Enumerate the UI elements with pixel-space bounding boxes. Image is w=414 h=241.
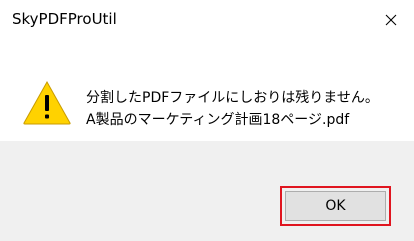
message-area: 分割したPDFファイルにしおりは残りません。 A製品のマーケティング計画18ペー… bbox=[0, 40, 414, 141]
button-bar: OK bbox=[0, 141, 414, 241]
message-text: 分割したPDFファイルにしおりは残りません。 A製品のマーケティング計画18ペー… bbox=[86, 87, 379, 131]
window-title: SkyPDFProUtil bbox=[12, 10, 117, 28]
message-dialog: SkyPDFProUtil 分割したPDFファイルにしおりは残りません。 A製品… bbox=[0, 0, 414, 241]
ok-button[interactable]: OK bbox=[285, 191, 386, 221]
message-line-1: 分割したPDFファイルにしおりは残りません。 bbox=[86, 90, 379, 106]
ok-button-highlight: OK bbox=[280, 186, 391, 226]
close-icon bbox=[385, 14, 397, 26]
warning-icon bbox=[23, 80, 71, 125]
message-line-2: A製品のマーケティング計画18ページ.pdf bbox=[86, 112, 350, 128]
close-button[interactable] bbox=[368, 0, 414, 40]
title-bar[interactable]: SkyPDFProUtil bbox=[0, 0, 414, 40]
